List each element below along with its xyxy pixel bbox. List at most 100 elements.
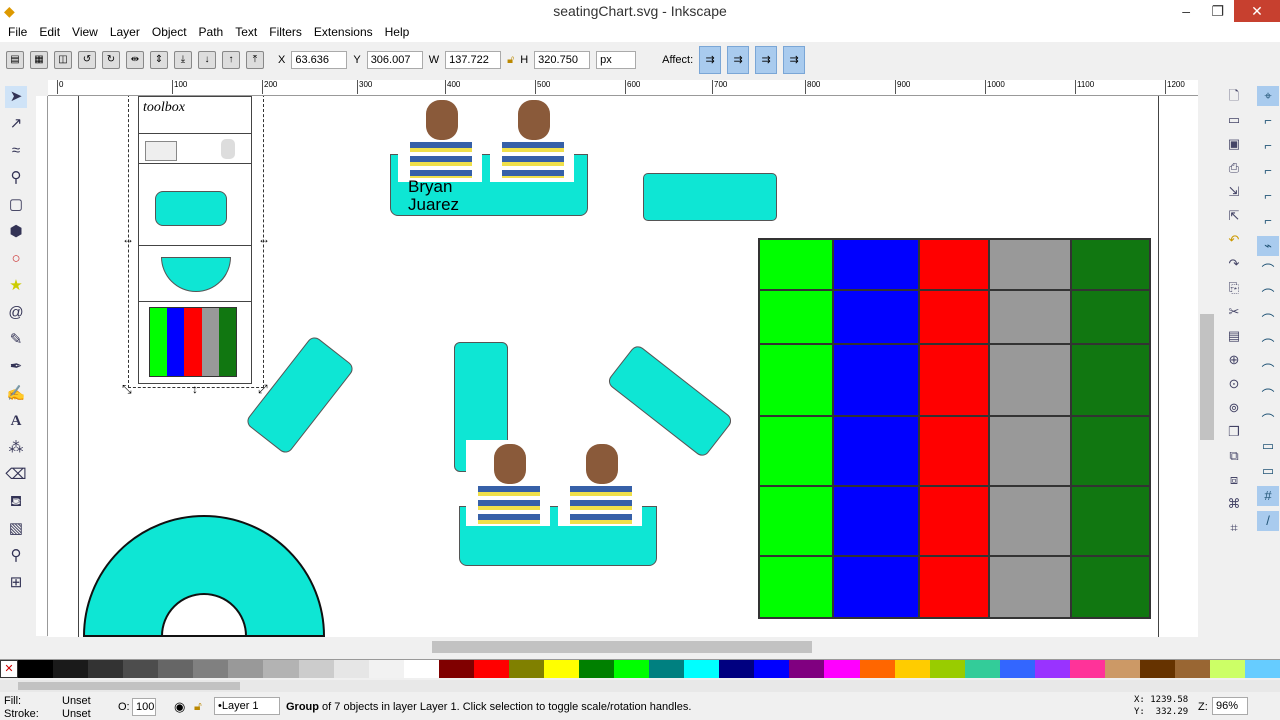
color-swatch[interactable] (684, 660, 720, 678)
pen-tool-icon[interactable]: ✒ (5, 356, 27, 378)
grid-cell[interactable] (919, 486, 989, 556)
snap-bbox-edge-icon[interactable]: ⌐ (1257, 136, 1279, 156)
grid-cell[interactable] (833, 290, 919, 344)
gradient-tool-icon[interactable]: ▧ (5, 518, 27, 540)
grid-cell[interactable] (919, 416, 989, 486)
scroll-thumb[interactable] (432, 641, 812, 653)
snap-guide-icon[interactable]: / (1257, 511, 1279, 531)
menu-text[interactable]: Text (235, 22, 257, 42)
scale-handle-icon[interactable]: ⤡ (122, 382, 132, 397)
scale-handle-icon[interactable]: ↔ (122, 232, 134, 246)
color-swatch[interactable] (929, 660, 965, 678)
student-name[interactable]: Bryan Juarez (408, 178, 459, 214)
zoom-tool-icon[interactable]: ⚲ (5, 167, 27, 189)
student-photo[interactable] (398, 96, 482, 182)
color-swatch[interactable] (263, 660, 299, 678)
opacity-input[interactable]: 100 (132, 698, 156, 716)
snap-rotation-icon[interactable]: ⌒ (1257, 411, 1279, 431)
snap-bbox-icon[interactable]: ⌐ (1257, 111, 1279, 131)
snap-smooth-icon[interactable]: ⌒ (1257, 336, 1279, 356)
grid-cell[interactable] (833, 344, 919, 416)
menu-file[interactable]: File (8, 22, 27, 42)
color-grid[interactable] (758, 238, 1151, 619)
color-swatch[interactable] (508, 660, 544, 678)
color-swatch[interactable] (824, 660, 860, 678)
select-all-layers-icon[interactable]: ▦ (30, 51, 48, 69)
grid-cell[interactable] (919, 239, 989, 290)
grid-cell[interactable] (919, 344, 989, 416)
grid-cell[interactable] (759, 344, 833, 416)
paste-icon[interactable]: ▤ (1223, 326, 1245, 346)
star-tool-icon[interactable]: ★ (5, 275, 27, 297)
snap-toggle-icon[interactable]: ⌖ (1257, 86, 1279, 106)
x-input[interactable]: 63.636 (291, 51, 348, 69)
grid-cell[interactable] (759, 486, 833, 556)
close-button[interactable]: ✕ (1234, 0, 1280, 22)
undo-icon[interactable]: ↶ (1223, 230, 1245, 250)
color-swatch[interactable] (368, 660, 404, 678)
zoom-page-icon[interactable]: ⊚ (1223, 398, 1245, 418)
tweak-tool-icon[interactable]: ≈ (5, 140, 27, 162)
snap-path-icon[interactable]: ⌒ (1257, 261, 1279, 281)
grid-cell[interactable] (1071, 239, 1150, 290)
color-swatch[interactable] (1104, 660, 1140, 678)
connector-tool-icon[interactable]: ⊞ (5, 572, 27, 594)
deselect-icon[interactable]: ◫ (54, 51, 72, 69)
color-swatch[interactable] (438, 660, 474, 678)
color-swatch[interactable] (579, 660, 615, 678)
color-swatch[interactable] (754, 660, 790, 678)
menu-view[interactable]: View (72, 22, 98, 42)
color-swatch[interactable] (859, 660, 895, 678)
grid-cell[interactable] (833, 486, 919, 556)
grid-cell[interactable] (1071, 416, 1150, 486)
color-swatch[interactable] (1140, 660, 1176, 678)
color-swatch[interactable] (1069, 660, 1105, 678)
color-swatch[interactable] (53, 660, 89, 678)
new-doc-icon[interactable]: 🗋 (1223, 86, 1245, 106)
ellipse-tool-icon[interactable]: ○ (5, 248, 27, 270)
color-swatch[interactable] (403, 660, 439, 678)
pencil-tool-icon[interactable]: ✎ (5, 329, 27, 351)
zoom-input[interactable]: 96% (1212, 697, 1248, 715)
spray-tool-icon[interactable]: ⁂ (5, 437, 27, 459)
color-swatch[interactable] (158, 660, 194, 678)
layer-select[interactable]: •Layer 1 (214, 697, 280, 715)
scale-stroke-toggle[interactable]: ⇉ (699, 46, 722, 74)
grid-cell[interactable] (989, 416, 1071, 486)
menu-edit[interactable]: Edit (39, 22, 60, 42)
lock-layer-icon[interactable]: 🔓︎ (194, 699, 202, 714)
grid-cell[interactable] (989, 290, 1071, 344)
w-input[interactable]: 137.722 (445, 51, 502, 69)
grid-cell[interactable] (1071, 344, 1150, 416)
snap-grid-icon[interactable]: # (1257, 486, 1279, 506)
lock-icon[interactable]: 🔓︎ (507, 54, 514, 67)
color-palette[interactable]: ✕ (0, 659, 1280, 678)
node-tool-icon[interactable]: ↗ (5, 113, 27, 135)
grid-cell[interactable] (1071, 556, 1150, 618)
color-swatch[interactable] (298, 660, 334, 678)
spiral-tool-icon[interactable]: @ (5, 302, 27, 324)
color-swatch[interactable] (333, 660, 369, 678)
selector-tool-icon[interactable]: ➤ (5, 86, 27, 108)
import-icon[interactable]: ⇲ (1223, 182, 1245, 202)
menu-help[interactable]: Help (385, 22, 410, 42)
color-swatch[interactable] (964, 660, 1000, 678)
menu-object[interactable]: Object (152, 22, 187, 42)
grid-cell[interactable] (919, 290, 989, 344)
text-tool-icon[interactable]: A (5, 410, 27, 432)
print-icon[interactable]: ⎙ (1223, 158, 1245, 178)
color-swatch[interactable] (88, 660, 124, 678)
grid-cell[interactable] (1071, 486, 1150, 556)
flip-horizontal-icon[interactable]: ⇹ (126, 51, 144, 69)
minimize-button[interactable]: – (1182, 0, 1190, 22)
rect-tool-icon[interactable]: ▢ (5, 194, 27, 216)
scale-handle-icon[interactable]: ↔ (258, 232, 270, 246)
desk[interactable] (643, 173, 777, 221)
eraser-tool-icon[interactable]: ⌫ (5, 464, 27, 486)
color-swatch[interactable] (789, 660, 825, 678)
group-icon[interactable]: ⌘ (1223, 494, 1245, 514)
color-swatch[interactable] (1210, 660, 1246, 678)
snap-center-icon[interactable]: ⌐ (1257, 211, 1279, 231)
grid-cell[interactable] (919, 556, 989, 618)
color-swatch[interactable] (719, 660, 755, 678)
